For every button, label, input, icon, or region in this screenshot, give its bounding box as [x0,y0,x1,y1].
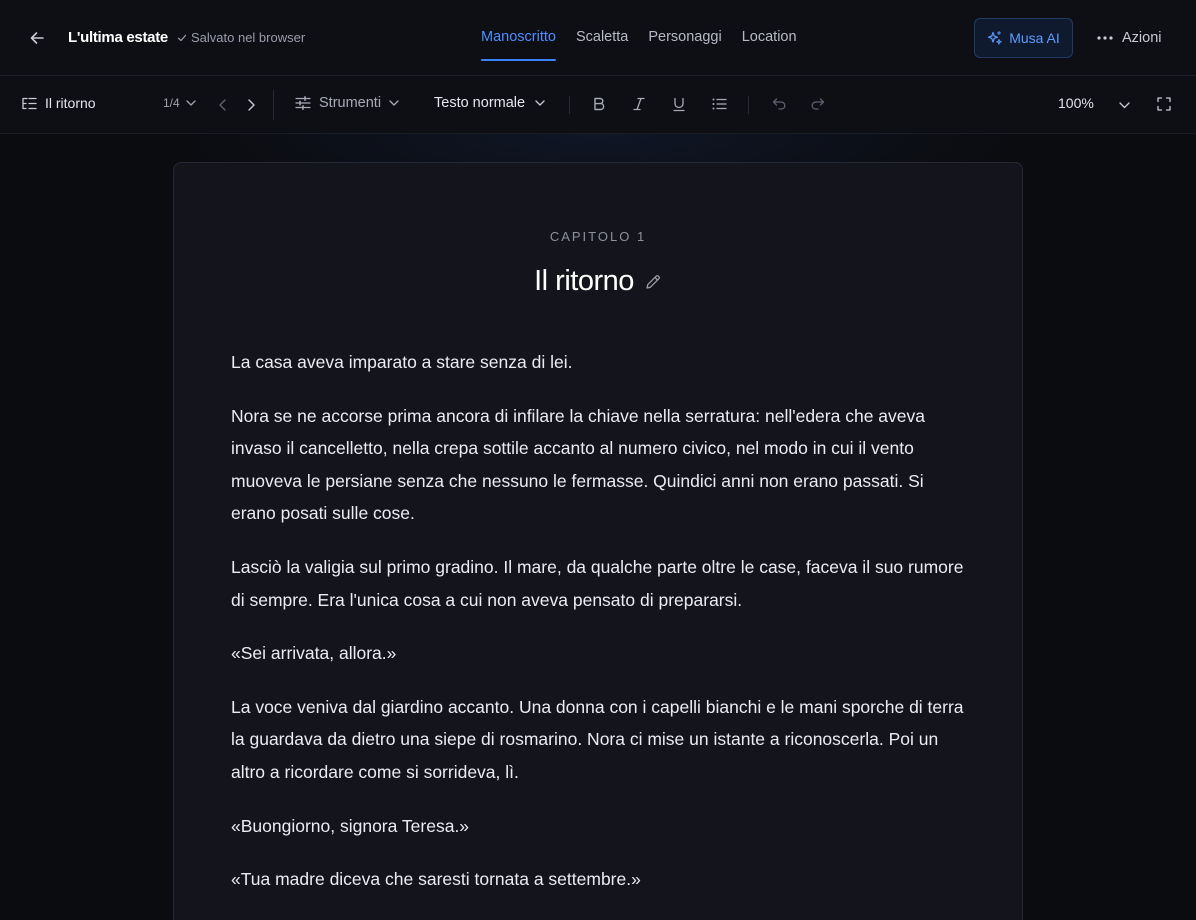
chevron-down-icon [535,100,545,106]
text-style-dropdown[interactable]: Testo normale [434,95,545,111]
paragraph: «Sei arrivata, allora.» [231,643,397,664]
paragraph: La casa aveva imparato a stare senza di … [231,352,573,372]
text-style-label: Testo normale [434,95,526,111]
paragraph: «Buongiorno, signora Teresa.» [231,815,470,836]
chapter-selector[interactable]: Il ritorno [22,95,96,111]
chapter-title: Il ritorno [534,265,634,297]
pencil-icon [646,274,660,289]
paragraph: «Tua madre diceva che saresti tornata a … [231,869,641,890]
bullet-list-icon [712,98,727,110]
redo-button[interactable] [811,98,825,110]
chapter-number: CAPITOLO 1 [549,229,647,244]
zoom-level[interactable]: 100% [1058,95,1094,111]
actions-button[interactable]: Azioni [1096,27,1162,49]
page-selector[interactable]: 1/4 [163,96,196,110]
document-title[interactable]: L'ultima estate [68,29,168,46]
italic-icon [633,97,645,111]
fullscreen-icon [1157,97,1171,111]
chapter-text[interactable]: La casa aveva imparato a stare senza di … [231,346,966,917]
save-status-text: Salvato nel browser [191,30,306,45]
chevron-down-icon [1119,102,1130,109]
save-status: Salvato nel browser [177,30,305,45]
tools-label: Strumenti [319,95,382,111]
back-button[interactable] [26,27,48,49]
tab-location[interactable]: Location [742,0,797,76]
check-icon [177,34,187,41]
undo-button[interactable] [772,98,786,110]
musa-ai-label: Musa AI [1009,30,1060,46]
chevron-left-icon [219,99,226,111]
underline-icon [673,97,685,112]
bold-button[interactable] [593,97,605,111]
chapter-selector-label: Il ritorno [45,95,96,111]
bold-icon [594,97,605,111]
tab-scaletta[interactable]: Scaletta [576,0,628,76]
chevron-down-icon [186,100,196,106]
main-nav-tabs: Manoscritto Scaletta Personaggi Location [481,0,797,76]
arrow-left-icon [30,32,44,44]
more-horizontal-icon [1097,36,1113,40]
page-indicator: 1/4 [163,96,180,110]
chevron-right-icon [248,99,255,111]
next-page-button[interactable] [245,98,257,112]
toolbar-divider [748,96,749,114]
actions-label: Azioni [1122,30,1162,46]
musa-ai-button[interactable]: Musa AI [974,18,1073,58]
toolbar-divider [569,96,570,114]
top-bar: L'ultima estate Salvato nel browser Mano… [0,0,1196,76]
chevron-down-icon [389,100,399,106]
underline-button[interactable] [673,97,685,112]
tab-personaggi[interactable]: Personaggi [648,0,721,76]
paragraph: Lasciò la valigia sul primo gradino. Il … [231,556,964,610]
fullscreen-button[interactable] [1157,97,1171,111]
manuscript-page[interactable]: CAPITOLO 1 Il ritorno La casa aveva impa… [173,162,1023,920]
editor-canvas: CAPITOLO 1 Il ritorno La casa aveva impa… [0,134,1196,920]
bullet-list-button[interactable] [712,98,727,110]
toolbar-divider [273,90,274,120]
editor-toolbar: Il ritorno 1/4 Strumenti Testo normale 1… [0,76,1196,134]
italic-button[interactable] [633,97,645,111]
chapter-heading: Il ritorno [174,265,1022,298]
sparkles-icon [988,31,1003,45]
tools-dropdown[interactable]: Strumenti [295,95,399,111]
paragraph: La voce veniva dal giardino accanto. Una… [231,696,964,782]
paragraph: Nora se ne accorse prima ancora di infil… [231,405,925,524]
zoom-dropdown-button[interactable] [1119,102,1130,109]
edit-title-button[interactable] [644,273,662,291]
chapter-list-icon [22,97,37,109]
tab-manoscritto[interactable]: Manoscritto [481,0,556,76]
previous-page-button[interactable] [217,98,229,112]
undo-icon [772,98,786,110]
sliders-icon [295,96,311,110]
redo-icon [811,98,825,110]
